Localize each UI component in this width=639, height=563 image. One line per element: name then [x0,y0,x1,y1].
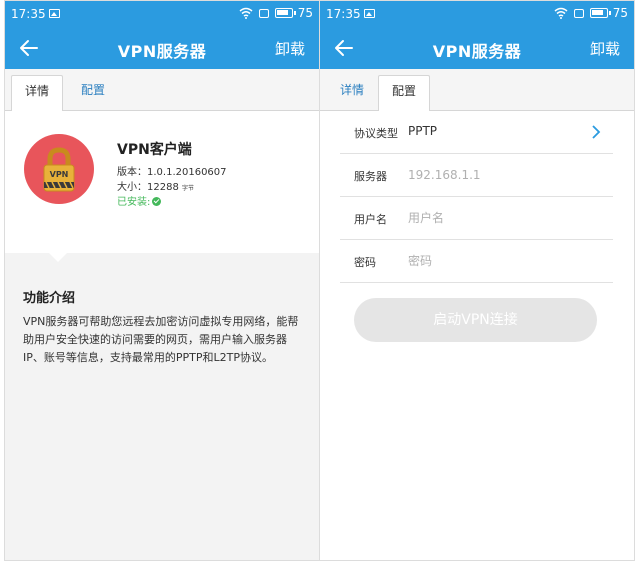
app-version: 版本：1.0.1.20160607 [117,167,227,178]
app-bar: VPN服务器 卸载 [320,27,634,69]
protocol-value: PPTP [408,124,438,138]
status-bar: 17:35 75 [5,1,319,27]
server-row: 服务器 [340,154,613,197]
wifi-icon [554,7,568,19]
sim-icon [259,9,269,18]
status-time: 17:35 [11,7,46,21]
status-time: 17:35 [326,7,361,21]
username-label: 用户名 [354,213,387,226]
tab-details[interactable]: 详情 [11,75,63,111]
protocol-row[interactable]: 协议类型 PPTP [340,111,613,154]
description-section: 功能介绍 VPN服务器可帮助您远程去加密访问虚拟专用网络，能帮助用户安全快速的访… [5,253,319,560]
battery-icon [275,8,296,18]
status-bar: 17:35 75 [320,1,634,27]
description-title: 功能介绍 [23,291,76,306]
start-vpn-button[interactable]: 启动VPN连接 [354,298,597,342]
image-notification-icon [364,9,375,18]
wifi-icon [239,7,253,19]
status-indicators: 75 [213,6,313,22]
callout-pointer [49,253,67,262]
installed-label: 已安装: [117,197,151,208]
sim-icon [574,9,584,18]
password-input[interactable] [408,248,588,274]
password-label: 密码 [354,256,376,269]
details-screen: 17:35 75 VPN服务器 卸载 详情 配置 VPN VPN客户端 版本：1… [4,0,320,561]
size-label: 大小： [117,182,147,193]
tab-config[interactable]: 配置 [67,75,119,111]
password-row: 密码 [340,240,613,283]
chevron-right-icon[interactable] [591,125,601,139]
app-name: VPN客户端 [117,142,192,158]
tab-bar: 详情 配置 [320,69,634,111]
server-input[interactable] [408,162,588,188]
username-input[interactable] [408,205,588,231]
status-indicators: 75 [528,6,628,22]
tab-bar: 详情 配置 [5,69,319,111]
page-title: VPN服务器 [117,42,207,61]
check-icon [152,197,162,206]
uninstall-button[interactable]: 卸载 [275,38,305,59]
app-info-card: VPN VPN客户端 版本：1.0.1.20160607 大小：12288 字节… [5,111,319,253]
vpn-lock-icon: VPN [24,134,94,204]
tab-details[interactable]: 详情 [326,75,378,111]
battery-level: 75 [297,6,313,20]
size-value: 12288 [147,182,179,193]
size-unit: 字节 [182,185,195,192]
protocol-label: 协议类型 [354,127,398,140]
image-notification-icon [49,9,60,18]
tab-config[interactable]: 配置 [378,75,430,111]
username-row: 用户名 [340,197,613,240]
app-size: 大小：12288 字节 [117,178,194,193]
config-screen: 17:35 75 VPN服务器 卸载 详情 配置 协议类型 PPTP 服务器 1… [319,0,635,561]
description-text: VPN服务器可帮助您远程去加密访问虚拟专用网络，能帮助用户安全快速的访问需要的网… [23,315,299,364]
app-bar: VPN服务器 卸载 [5,27,319,69]
server-label: 服务器 [354,170,387,183]
uninstall-button[interactable]: 卸载 [590,38,620,59]
details-content: VPN VPN客户端 版本：1.0.1.20160607 大小：12288 字节… [5,111,319,560]
vpn-icon-text: VPN [50,170,69,179]
battery-icon [590,8,611,18]
page-title: VPN服务器 [432,42,522,61]
battery-level: 75 [612,6,628,20]
installed-status: 已安装: [117,193,162,208]
